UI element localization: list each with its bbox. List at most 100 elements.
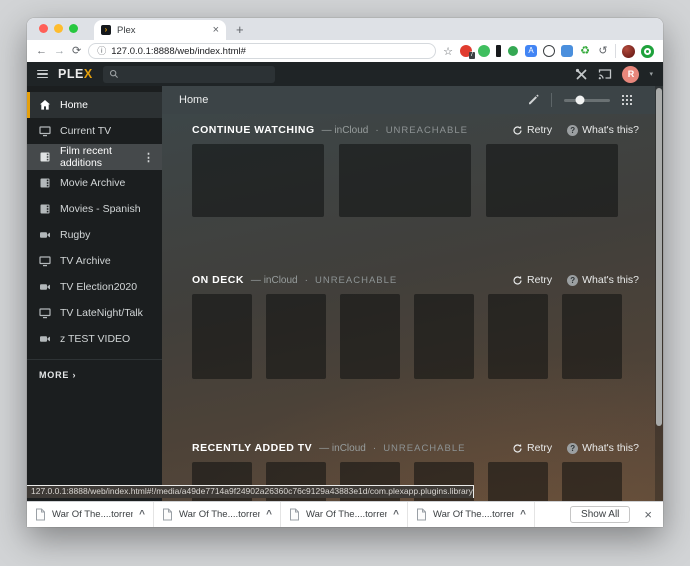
camera-icon [40, 336, 50, 342]
media-tile-placeholder[interactable] [562, 462, 622, 501]
bookmark-star-icon[interactable]: ☆ [443, 45, 453, 58]
media-tile-placeholder[interactable] [266, 294, 326, 379]
sidebar-item-rugby[interactable]: Rugby [27, 222, 162, 248]
search-input[interactable] [102, 65, 275, 83]
new-tab-button[interactable]: + [236, 23, 244, 36]
media-tile-placeholder[interactable] [562, 294, 622, 379]
retry-label: Retry [527, 442, 553, 454]
sidebar-item-tv-archive[interactable]: TV Archive [27, 248, 162, 274]
file-icon [163, 508, 172, 521]
profile-avatar-icon[interactable] [622, 44, 635, 58]
evernote-extension-icon[interactable] [478, 45, 490, 57]
tv-icon [39, 256, 51, 267]
plex-app: PLEX R ▾ Home Current TV Film recent add… [27, 62, 663, 501]
header-divider [551, 93, 552, 107]
show-all-button[interactable]: Show All [570, 506, 631, 523]
sidebar-item-tv-election2020[interactable]: TV Election2020 [27, 274, 162, 300]
minimize-window-button[interactable] [54, 24, 63, 33]
search-icon [109, 69, 118, 78]
whats-this-button[interactable]: ? What's this? [567, 124, 639, 136]
zoom-window-button[interactable] [69, 24, 78, 33]
retry-button[interactable]: Retry [512, 442, 552, 454]
page-info-icon[interactable]: ⓘ [97, 46, 106, 56]
recycle-extension-icon[interactable]: ♻ [579, 45, 591, 57]
sidebar-more-button[interactable]: MORE › [27, 360, 162, 390]
media-tile-placeholder[interactable] [192, 144, 324, 217]
plex-logo[interactable]: PLEX [58, 67, 93, 81]
forward-icon[interactable]: → [54, 45, 65, 57]
download-item[interactable]: War Of The....torrent ^ [154, 502, 281, 527]
tools-wrench-icon[interactable] [575, 68, 588, 81]
media-tile-placeholder[interactable] [486, 144, 618, 217]
plex-header: PLEX R ▾ [27, 62, 663, 86]
sidebar-item-movie-archive[interactable]: Movie Archive [27, 170, 162, 196]
browser-tab-plex[interactable]: › Plex × [94, 20, 226, 40]
sidebar-item-film-recent-additions[interactable]: Film recent additions ⋮ [27, 144, 162, 170]
plex-logo-accent: X [83, 67, 93, 81]
retry-button[interactable]: Retry [512, 274, 552, 286]
account-circle-icon[interactable] [641, 44, 654, 58]
sidebar-item-movies-spanish[interactable]: Movies - Spanish [27, 196, 162, 222]
scrollbar-thumb[interactable] [656, 88, 662, 426]
downloads-close-icon[interactable]: × [644, 507, 652, 522]
whats-this-button[interactable]: ? What's this? [567, 274, 639, 286]
sidebar-item-home[interactable]: Home [27, 92, 162, 118]
sidebar-item-label: TV Archive [60, 255, 111, 267]
tab-close-icon[interactable]: × [213, 25, 219, 36]
retry-label: Retry [527, 274, 553, 286]
back-icon[interactable]: ← [36, 45, 47, 57]
adblock-extension-icon[interactable]: 7 [460, 45, 475, 59]
pin-extension-icon[interactable] [507, 45, 519, 57]
account-caret-down-icon[interactable]: ▾ [649, 70, 653, 78]
browser-window: › Plex × + ← → ⟳ ⓘ 127.0.0.1:8888/web/in… [27, 18, 663, 527]
slider-knob[interactable] [575, 95, 585, 105]
download-item[interactable]: War Of The....torrent ^ [281, 502, 408, 527]
download-filename: War Of The....torrent [52, 509, 134, 520]
hamburger-menu-icon[interactable] [37, 69, 48, 79]
home-hub: CONTINUE WATCHING — inCloud · UNREACHABL… [162, 114, 663, 501]
sidebar-item-z-test-video[interactable]: z TEST VIDEO [27, 326, 162, 352]
whats-this-label: What's this? [582, 124, 639, 136]
address-bar[interactable]: ⓘ 127.0.0.1:8888/web/index.html# [88, 43, 437, 59]
scrollbar-track[interactable] [655, 86, 663, 501]
screenshot-extension-icon[interactable] [561, 45, 573, 57]
translate-extension-icon[interactable]: A [525, 45, 537, 57]
media-tile-placeholder[interactable] [414, 294, 474, 379]
section-status: UNREACHABLE [314, 274, 398, 286]
close-window-button[interactable] [39, 24, 48, 33]
history-extension-icon[interactable]: ↺ [597, 45, 609, 57]
media-tile-placeholder[interactable] [488, 294, 548, 379]
info-circle-extension-icon[interactable] [543, 45, 555, 57]
plex-logo-text: PLE [58, 67, 84, 81]
download-chevron-up-icon[interactable]: ^ [139, 509, 145, 520]
section-title: ON DECK [192, 274, 244, 286]
download-chevron-up-icon[interactable]: ^ [520, 509, 526, 520]
media-tile-placeholder[interactable] [340, 294, 400, 379]
overflow-menu-icon[interactable]: ⋮ [143, 151, 154, 164]
cast-icon[interactable] [598, 68, 612, 80]
home-icon [40, 100, 50, 110]
size-slider[interactable] [564, 95, 610, 105]
tv-icon [39, 308, 51, 319]
download-chevron-up-icon[interactable]: ^ [266, 509, 272, 520]
edit-pencil-icon[interactable] [527, 94, 539, 106]
breadcrumb: Home [179, 94, 209, 106]
media-tile-placeholder[interactable] [488, 462, 548, 501]
sidebar-item-label: TV Election2020 [60, 281, 138, 293]
film-icon [40, 204, 50, 214]
grid-view-icon[interactable] [622, 95, 632, 105]
user-avatar[interactable]: R [622, 65, 640, 83]
download-chevron-up-icon[interactable]: ^ [393, 509, 399, 520]
reload-icon[interactable]: ⟳ [72, 45, 81, 57]
sidebar-item-tv-latenight-talk[interactable]: TV LateNight/Talk [27, 300, 162, 326]
password-extension-icon[interactable] [496, 45, 501, 57]
sidebar-item-current-tv[interactable]: Current TV [27, 118, 162, 144]
media-tile-placeholder[interactable] [339, 144, 471, 217]
sidebar-item-label: Film recent additions [60, 145, 112, 169]
download-item[interactable]: War Of The....torrent ^ [27, 502, 154, 527]
tv-icon [39, 126, 51, 137]
retry-button[interactable]: Retry [512, 124, 552, 136]
whats-this-button[interactable]: ? What's this? [567, 442, 639, 454]
media-tile-placeholder[interactable] [192, 294, 252, 379]
download-item[interactable]: War Of The....torrent ^ [408, 502, 535, 527]
